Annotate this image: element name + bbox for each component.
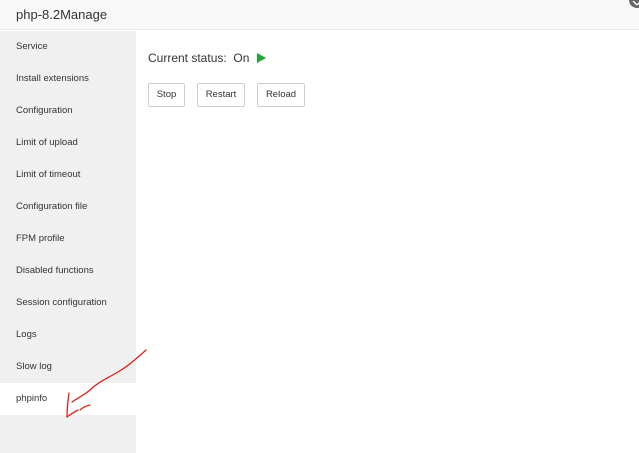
- close-button[interactable]: [629, 0, 639, 8]
- sidebar-item-slow-log[interactable]: Slow log: [0, 351, 136, 383]
- status-label: Current status:: [148, 51, 227, 65]
- sidebar-item-configuration[interactable]: Configuration: [0, 95, 136, 127]
- sidebar-item-service[interactable]: Service: [0, 31, 136, 63]
- sidebar-item-limit-of-timeout[interactable]: Limit of timeout: [0, 159, 136, 191]
- sidebar: Service Install extensions Configuration…: [0, 31, 136, 453]
- window-title: php-8.2Manage: [16, 7, 108, 22]
- restart-button[interactable]: Restart: [197, 83, 245, 107]
- sidebar-item-install-extensions[interactable]: Install extensions: [0, 63, 136, 95]
- play-icon: [256, 53, 266, 63]
- sidebar-item-configuration-file[interactable]: Configuration file: [0, 191, 136, 223]
- title-bar: php-8.2Manage: [0, 0, 639, 30]
- sidebar-item-logs[interactable]: Logs: [0, 319, 136, 351]
- status-value: On: [233, 51, 250, 65]
- sidebar-item-disabled-functions[interactable]: Disabled functions: [0, 255, 136, 287]
- reload-button[interactable]: Reload: [257, 83, 305, 107]
- close-icon: [632, 1, 639, 6]
- status-row: Current status: On: [148, 51, 266, 65]
- main-panel: Current status: On Stop Restart Reload: [136, 31, 639, 453]
- stop-button[interactable]: Stop: [148, 83, 185, 107]
- sidebar-item-phpinfo[interactable]: phpinfo: [0, 383, 136, 415]
- sidebar-item-limit-of-upload[interactable]: Limit of upload: [0, 127, 136, 159]
- php-manage-dialog: php-8.2Manage Service Install extensions…: [0, 0, 639, 453]
- sidebar-item-fpm-profile[interactable]: FPM profile: [0, 223, 136, 255]
- sidebar-item-session-configuration[interactable]: Session configuration: [0, 287, 136, 319]
